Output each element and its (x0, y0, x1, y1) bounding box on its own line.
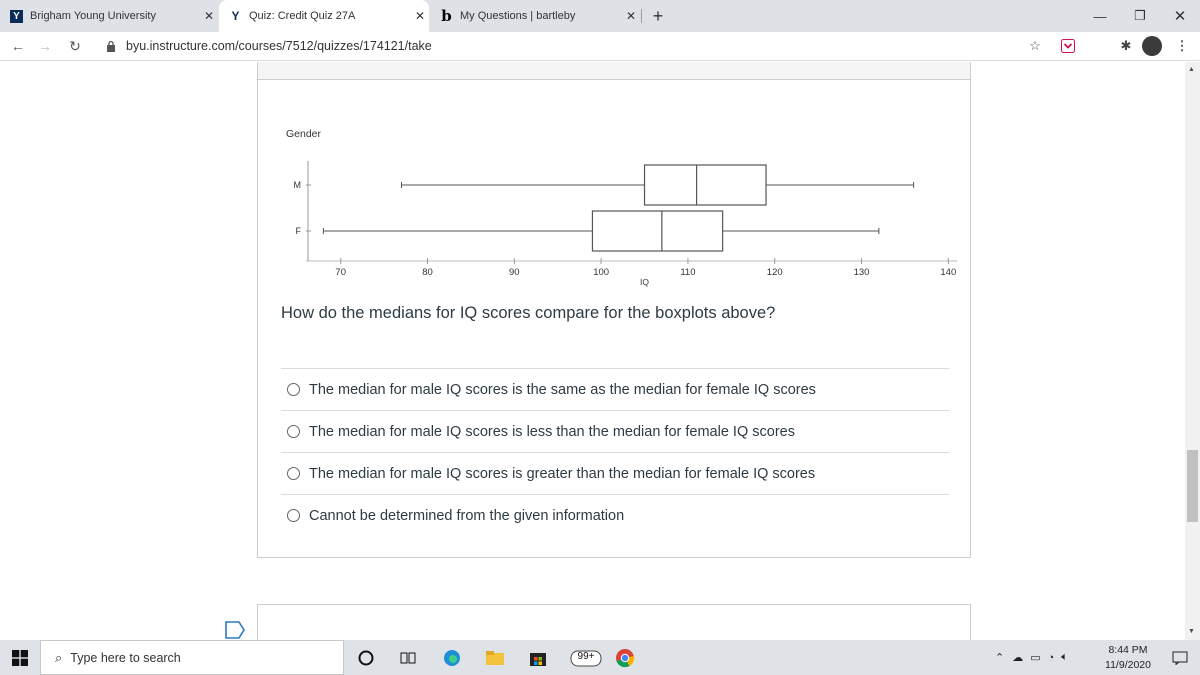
next-question-card (257, 604, 971, 640)
extensions-puzzle-icon[interactable]: ✱ (1118, 38, 1134, 54)
answer-label: Cannot be determined from the given info… (309, 507, 625, 524)
scroll-up-icon[interactable]: ▲ (1188, 66, 1195, 73)
radio-button[interactable] (287, 509, 300, 522)
answer-label: The median for male IQ scores is the sam… (309, 381, 816, 398)
taskbar-search-box[interactable]: ⌕ Type here to search (40, 640, 344, 675)
tab-byu[interactable]: Y Brigham Young University ✕ (0, 0, 218, 32)
profile-avatar[interactable] (1142, 36, 1162, 56)
x-tick-label: 80 (422, 267, 433, 278)
answer-label: The median for male IQ scores is greater… (309, 465, 816, 482)
x-tick-label: 110 (680, 267, 695, 278)
tab-divider (641, 9, 642, 23)
new-tab-button[interactable]: + (648, 0, 668, 32)
box-F (591, 210, 724, 252)
radio-button[interactable] (287, 383, 300, 396)
windows-taskbar: ⌕ Type here to search 99+ ⌃ ☁ ▭ ◔ 🔈︎ 8:4… (0, 640, 1200, 675)
x-tick-label: 140 (940, 267, 956, 278)
kebab-menu-icon[interactable]: ⋮ (1174, 38, 1190, 54)
forward-arrow-icon[interactable]: → (35, 36, 55, 56)
answer-option-undetermined[interactable]: Cannot be determined from the given info… (281, 494, 949, 536)
x-tick-label: 130 (854, 267, 870, 278)
page-content: Gender 70 80 90 100 110 120 130 140 MF IQ How d… (0, 62, 1185, 640)
boxplot-series: MF (294, 164, 915, 252)
lock-icon (107, 40, 115, 52)
volume-icon[interactable]: 🔈︎ (1061, 651, 1068, 664)
wifi-icon[interactable]: ◔ (1048, 652, 1055, 664)
byu-favicon-icon: Y (231, 9, 240, 23)
search-placeholder: Type here to search (70, 650, 181, 665)
back-arrow-icon[interactable]: ← (8, 36, 28, 56)
mail-badge: 99+ (577, 651, 595, 662)
system-tray: ⌃ ☁ ▭ ◔ 🔈︎ (995, 640, 1068, 675)
chart-xlabel: IQ (640, 277, 649, 287)
close-window-icon[interactable]: ✕ (1160, 0, 1200, 32)
chevron-up-icon[interactable]: ⌃ (995, 651, 1004, 664)
task-view-icon[interactable] (388, 640, 428, 675)
tab-close-icon[interactable]: ✕ (411, 9, 429, 23)
tab-title: My Questions | bartleby (460, 10, 576, 22)
edge-browser-icon[interactable] (432, 640, 472, 675)
battery-icon[interactable]: ▭ (1030, 651, 1040, 664)
vertical-scrollbar[interactable]: ▲ ▼ (1185, 62, 1200, 640)
flag-question-icon[interactable] (224, 621, 246, 639)
star-bookmark-icon[interactable]: ☆ (1027, 38, 1043, 54)
minimize-icon[interactable]: — (1080, 0, 1120, 32)
y-tick-label: M (294, 180, 302, 190)
answer-label: The median for male IQ scores is less th… (309, 423, 795, 440)
x-tick-label: 70 (335, 267, 346, 278)
cortana-icon[interactable] (346, 640, 386, 675)
x-tick-label: 90 (509, 267, 520, 278)
scroll-down-icon[interactable]: ▼ (1188, 628, 1195, 635)
x-tick-label: 120 (767, 267, 783, 278)
url-text: byu.instructure.com/courses/7512/quizzes… (126, 39, 432, 53)
chrome-icon[interactable] (605, 640, 645, 675)
mail-app-icon[interactable]: 99+ (566, 640, 606, 675)
onedrive-cloud-icon[interactable]: ☁ (1012, 651, 1023, 664)
scroll-thumb[interactable] (1187, 450, 1198, 522)
tab-bartleby[interactable]: b My Questions | bartleby ✕ (430, 0, 640, 32)
tab-quiz[interactable]: Y Quiz: Credit Quiz 27A ✕ (219, 0, 429, 32)
byu-favicon-icon: Y (10, 9, 23, 23)
notifications-icon[interactable] (1160, 640, 1200, 675)
question-text: How do the medians for IQ scores compare… (281, 304, 776, 322)
tab-title: Quiz: Credit Quiz 27A (249, 10, 356, 22)
tab-title: Brigham Young University (30, 10, 156, 22)
clock-date: 11/9/2020 (1105, 659, 1151, 671)
search-icon: ⌕ (55, 649, 63, 665)
tab-close-icon[interactable]: ✕ (200, 9, 218, 23)
bartleby-favicon-icon: b (441, 7, 452, 25)
radio-button[interactable] (287, 425, 300, 438)
tab-strip: Y Brigham Young University ✕ Y Quiz: Cre… (0, 0, 1200, 32)
store-icon[interactable] (518, 640, 558, 675)
address-bar[interactable]: byu.instructure.com/courses/7512/quizzes… (98, 35, 1048, 57)
windows-start-icon[interactable] (0, 640, 40, 675)
taskbar-clock[interactable]: 8:44 PM 11/9/2020 (1092, 643, 1164, 673)
radio-button[interactable] (287, 467, 300, 480)
y-tick-label: F (296, 226, 302, 236)
reload-icon[interactable]: ↻ (65, 36, 85, 56)
file-explorer-icon[interactable] (475, 640, 515, 675)
clock-time: 8:44 PM (1108, 644, 1148, 656)
card-header (258, 62, 970, 80)
x-tick-label: 100 (593, 267, 609, 278)
chart-ylabel: Gender (286, 128, 322, 140)
iq-boxplot-chart: Gender 70 80 90 100 110 120 130 140 MF IQ (286, 128, 957, 287)
box-M (643, 164, 767, 206)
answer-option-greater[interactable]: The median for male IQ scores is greater… (281, 452, 949, 494)
restore-icon[interactable]: ❐ (1120, 0, 1160, 32)
answer-option-less[interactable]: The median for male IQ scores is less th… (281, 410, 949, 452)
answer-option-same[interactable]: The median for male IQ scores is the sam… (281, 368, 949, 410)
tab-close-icon[interactable]: ✕ (622, 9, 640, 23)
navigation-bar: ← → ↻ byu.instructure.com/courses/7512/q… (0, 32, 1200, 61)
pocket-extension-icon[interactable] (1060, 38, 1076, 54)
question-card: Gender 70 80 90 100 110 120 130 140 MF IQ How d… (257, 62, 971, 558)
